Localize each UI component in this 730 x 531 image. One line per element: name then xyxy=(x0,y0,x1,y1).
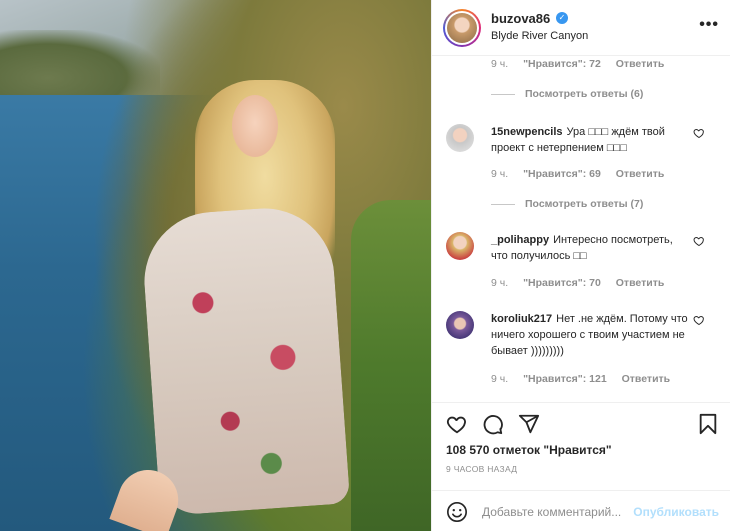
replies-divider xyxy=(491,93,515,95)
comment-text: koroliuk217 Нет .не ждём. Потому что ниче… xyxy=(491,311,691,359)
verified-icon: ✓ xyxy=(556,12,568,24)
comment-likes-count[interactable]: "Нравится": 69 xyxy=(523,168,601,180)
replies-divider xyxy=(491,203,515,205)
reply-button[interactable]: Ответить xyxy=(616,168,665,180)
likes-count[interactable]: 108 570 отметок "Нравится" xyxy=(446,443,612,457)
comment-time: 9 ч. xyxy=(491,373,509,385)
post-photo[interactable] xyxy=(0,0,431,531)
share-icon[interactable] xyxy=(518,413,540,435)
more-icon[interactable]: ••• xyxy=(699,16,719,34)
author-username[interactable]: buzova86 xyxy=(491,11,550,26)
comment-likes-count[interactable]: "Нравится": 70 xyxy=(523,277,601,289)
view-replies-label: Посмотреть ответы (6) xyxy=(525,88,644,100)
emoji-icon[interactable] xyxy=(446,501,468,523)
comment-meta: 9 ч. "Нравится": 70 Ответить xyxy=(491,277,676,289)
commenter-avatar[interactable] xyxy=(446,232,474,260)
comment-time: 9 ч. xyxy=(491,168,509,180)
reply-button[interactable]: Ответить xyxy=(616,58,665,70)
comment-likes-count[interactable]: "Нравится": 72 xyxy=(523,58,601,70)
publish-button[interactable]: Опубликовать xyxy=(633,505,719,519)
post-actions-bar xyxy=(432,402,730,442)
post-timestamp[interactable]: 9 ЧАСОВ НАЗАД xyxy=(446,464,517,474)
post-location[interactable]: Blyde River Canyon xyxy=(491,30,588,42)
post-header: buzova86 ✓ Blyde River Canyon ••• xyxy=(432,0,730,56)
comment-time: 9 ч. xyxy=(491,277,509,289)
commenter-username[interactable]: koroliuk217 xyxy=(491,313,552,325)
comment-meta: 9 ч. "Нравится": 72 Ответить xyxy=(491,58,676,70)
photo-dress xyxy=(139,203,351,517)
add-comment-bar: Опубликовать xyxy=(432,490,730,531)
comment-likes-count[interactable]: "Нравится": 121 xyxy=(523,373,607,385)
commenter-username[interactable]: _polihappy xyxy=(491,234,549,246)
commenter-avatar[interactable] xyxy=(446,124,474,152)
heart-icon[interactable] xyxy=(446,413,468,435)
comment-time: 9 ч. xyxy=(491,58,509,70)
bookmark-icon[interactable] xyxy=(697,413,719,435)
commenter-username[interactable]: 15newpencils xyxy=(491,126,563,138)
comment-meta: 9 ч. "Нравится": 69 Ответить xyxy=(491,168,676,180)
comments-list[interactable]: 9 ч. "Нравится": 72 Ответить Посмотреть … xyxy=(432,56,730,402)
author-avatar[interactable] xyxy=(443,9,481,47)
heart-icon[interactable] xyxy=(693,314,705,326)
photo-face xyxy=(232,95,278,157)
view-replies-button[interactable]: Посмотреть ответы (7) xyxy=(491,198,643,210)
comment-meta: 9 ч. "Нравится": 121 Ответить xyxy=(491,373,682,385)
view-replies-button[interactable]: Посмотреть ответы (6) xyxy=(491,88,643,100)
photo-trees xyxy=(351,200,431,531)
comment-icon[interactable] xyxy=(482,413,504,435)
heart-icon[interactable] xyxy=(693,127,705,139)
reply-button[interactable]: Ответить xyxy=(616,277,665,289)
comment-item: koroliuk217 Нет .не ждём. Потому что ниче… xyxy=(446,311,730,381)
commenter-avatar[interactable] xyxy=(446,311,474,339)
comment-input[interactable] xyxy=(482,502,632,522)
comment-text: _polihappy Интересно посмотреть, что полу… xyxy=(491,232,691,264)
heart-icon[interactable] xyxy=(693,235,705,247)
post-side-panel: buzova86 ✓ Blyde River Canyon ••• 9 ч. "… xyxy=(431,0,730,531)
view-replies-label: Посмотреть ответы (7) xyxy=(525,198,644,210)
reply-button[interactable]: Ответить xyxy=(622,373,671,385)
comment-text: 15newpencils Ура □□□ ждём твой проект с н… xyxy=(491,124,691,156)
